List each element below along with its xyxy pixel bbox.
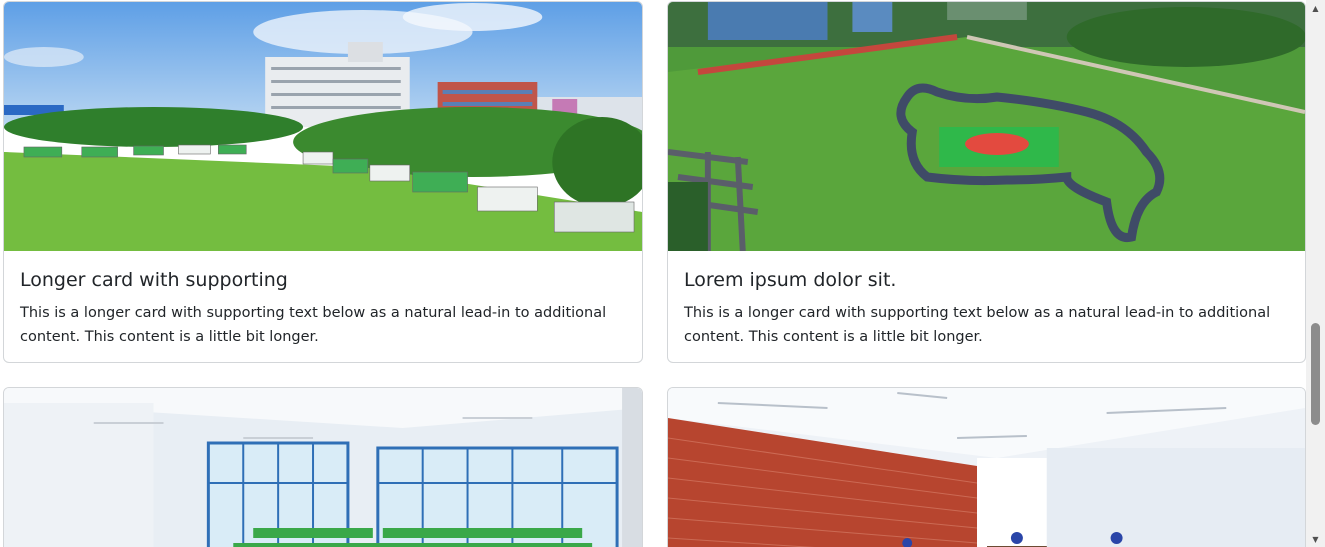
card-title: Lorem ipsum dolor sit.	[684, 269, 897, 291]
aerial-field-map-photo-icon	[668, 2, 1305, 251]
card-title: Longer card with supporting	[20, 269, 288, 291]
card-body: Lorem ipsum dolor sit. This is a longer …	[668, 268, 1305, 349]
card-text: This is a longer card with supporting te…	[20, 305, 607, 345]
scroll-up-icon[interactable]: ▲	[1306, 0, 1325, 16]
page-viewport: Longer card with supporting This is a lo…	[0, 0, 1325, 547]
scroll-thumb[interactable]	[1311, 323, 1320, 425]
card-campus: Longer card with supporting This is a lo…	[3, 1, 643, 363]
card-aerial: Lorem ipsum dolor sit. This is a longer …	[667, 1, 1306, 363]
vertical-scrollbar[interactable]: ▲ ▼	[1306, 0, 1325, 547]
classroom-windows-photo-icon	[4, 388, 642, 547]
campus-buses-photo-icon	[4, 2, 642, 251]
card-classroom-2	[667, 387, 1306, 547]
scroll-down-icon[interactable]: ▼	[1306, 531, 1325, 547]
card-body: Longer card with supporting This is a lo…	[4, 268, 642, 349]
classroom-brick-wall-photo-icon	[668, 388, 1305, 547]
card-classroom-1	[3, 387, 643, 547]
card-text: This is a longer card with supporting te…	[684, 305, 1271, 345]
